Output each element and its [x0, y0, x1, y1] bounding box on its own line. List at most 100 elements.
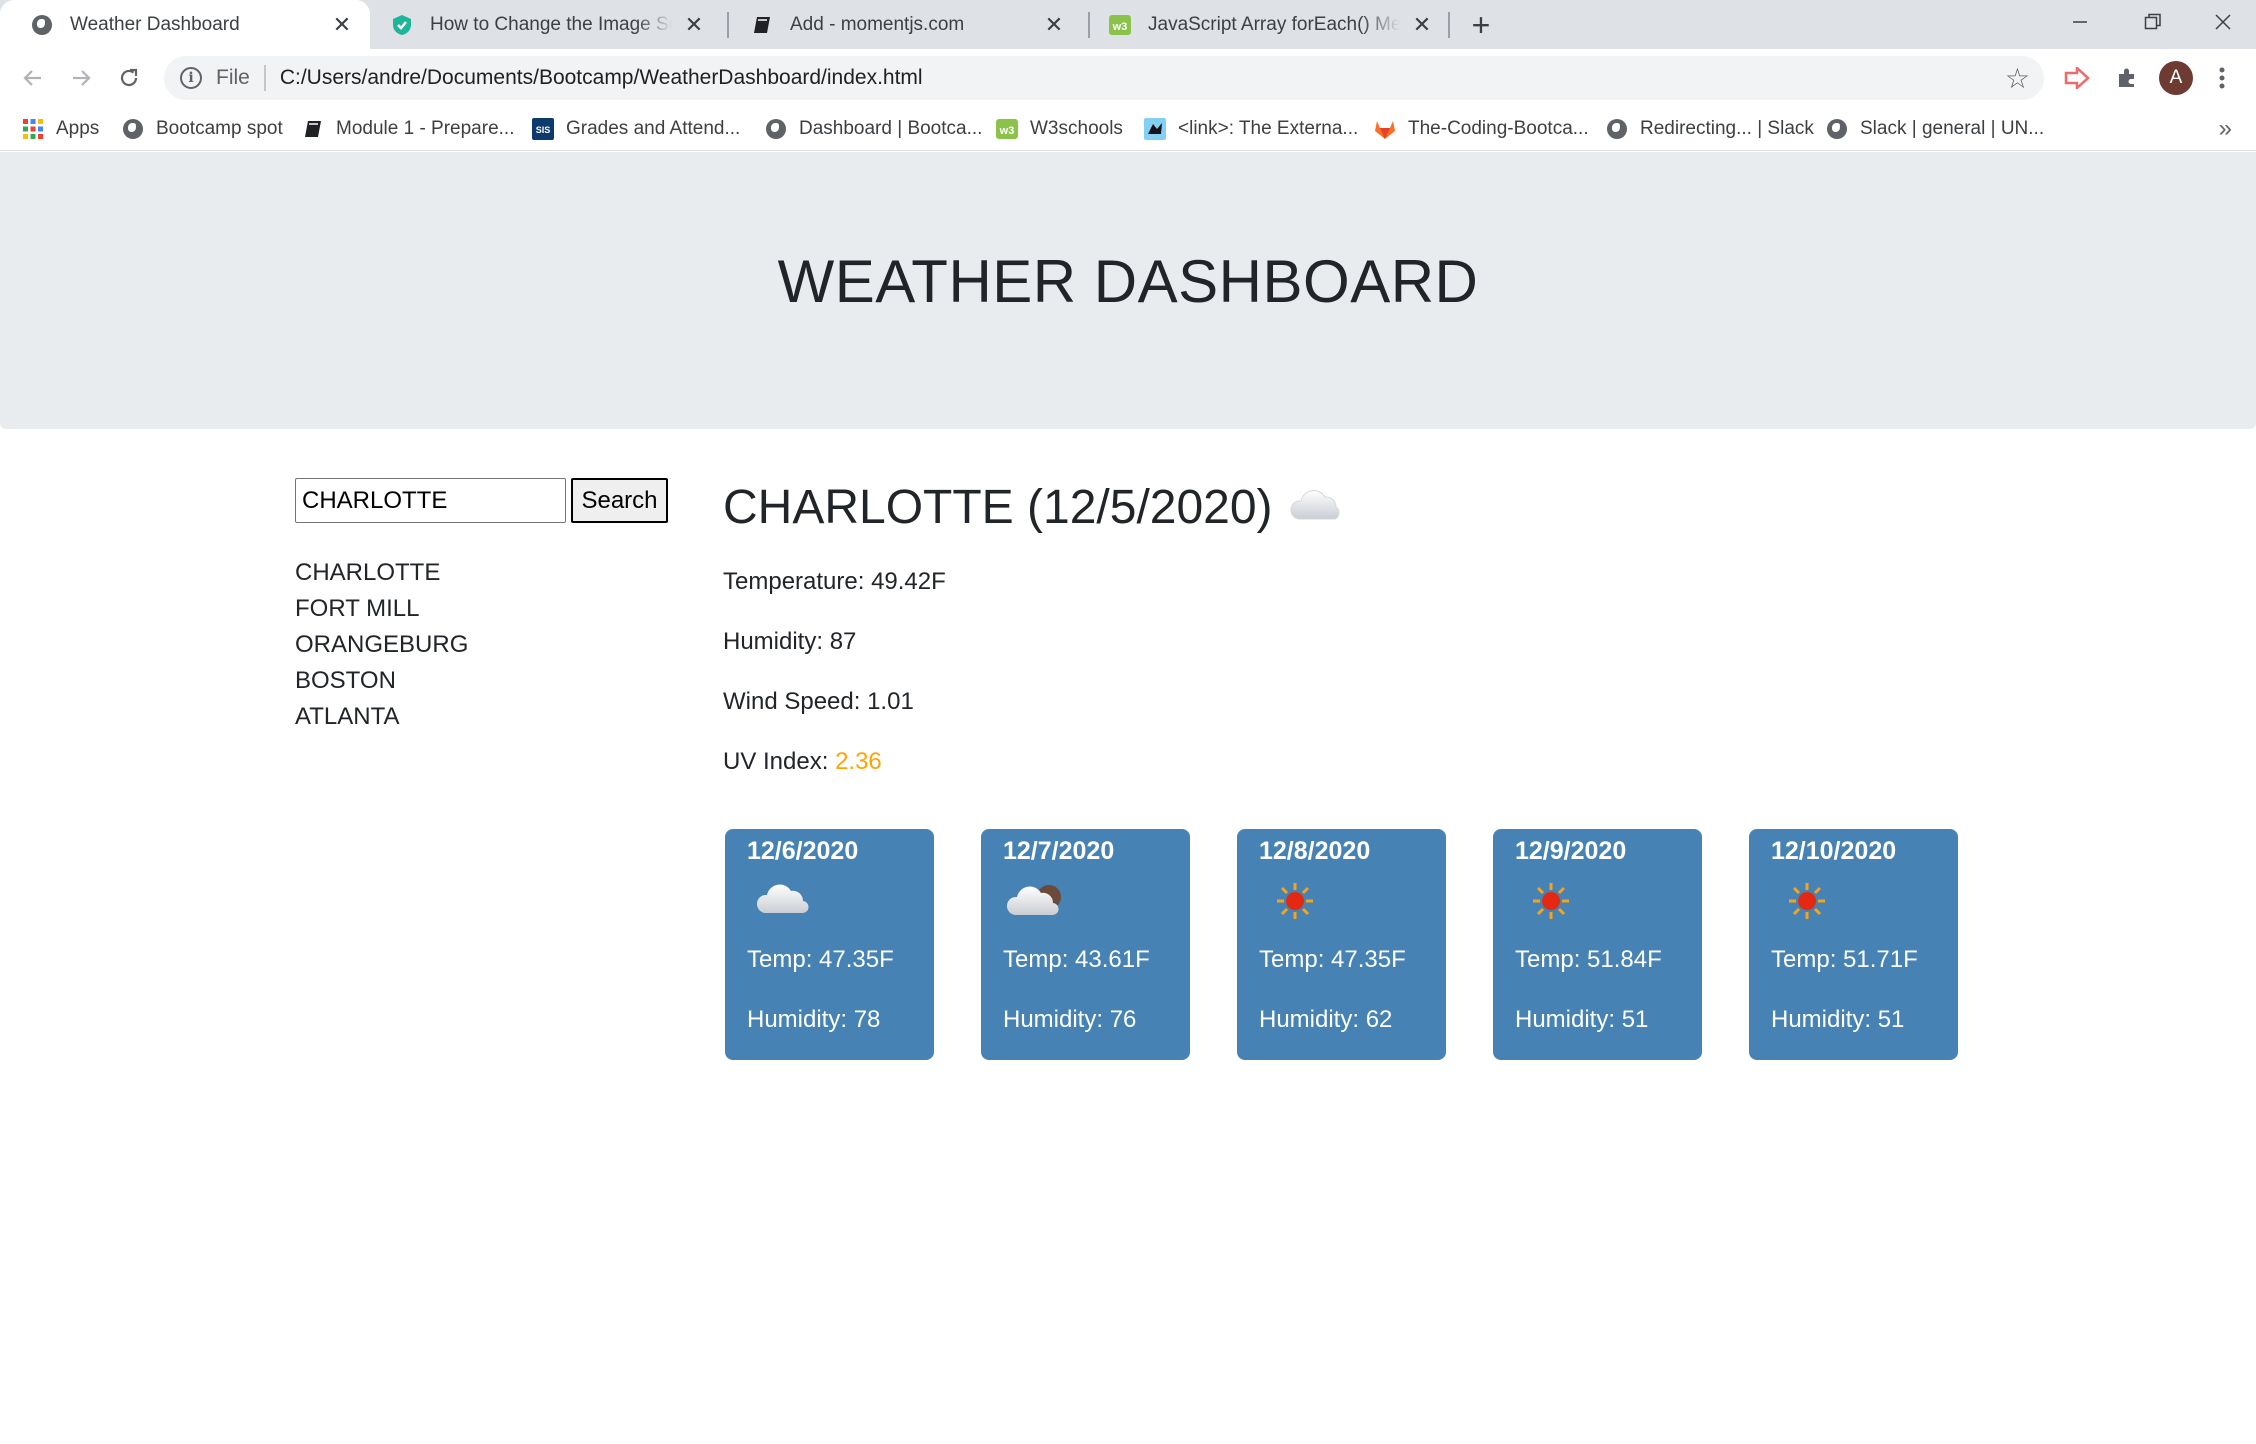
- bookmarks-bar: Apps Bootcamp spot Module 1 - Prepare...…: [0, 107, 2256, 151]
- page-title: WEATHER DASHBOARD: [777, 248, 1479, 315]
- shield-favicon-icon: [390, 13, 414, 37]
- uv-index-label: UV Index:: [723, 748, 836, 775]
- bookmark-label: W3schools: [1030, 118, 1123, 139]
- close-icon[interactable]: ✕: [328, 11, 356, 39]
- back-button[interactable]: [14, 59, 52, 97]
- globe-icon: [765, 118, 787, 140]
- tab-momentjs[interactable]: Add - momentjs.com ✕: [720, 0, 1082, 49]
- restore-button[interactable]: [2120, 0, 2186, 44]
- browser-toolbar: i File C:/Users/andre/Documents/Bootcamp…: [0, 49, 2256, 107]
- history-item-atlanta[interactable]: ATLANTA: [295, 699, 468, 735]
- forecast-humidity: Humidity: 78: [747, 1006, 881, 1033]
- bookmark-label: <link>: The Externa...: [1178, 118, 1359, 139]
- svg-text:SIS: SIS: [536, 125, 551, 135]
- bookmark-apps[interactable]: Apps: [22, 113, 99, 145]
- tab-foreach[interactable]: w3 JavaScript Array forEach() Method ✕: [1078, 0, 1450, 49]
- bookmark-star-icon[interactable]: ☆: [2005, 62, 2030, 95]
- forecast-card: 12/10/2020 Temp: 51.71F Humidity: 51: [1749, 829, 1958, 1060]
- history-item-boston[interactable]: BOSTON: [295, 663, 468, 699]
- sun-icon: [1787, 881, 1851, 927]
- forecast-temp: Temp: 47.35F: [1259, 946, 1406, 973]
- bookmark-module-1[interactable]: Module 1 - Prepare...: [302, 113, 514, 145]
- header-jumbotron: WEATHER DASHBOARD: [0, 152, 2256, 429]
- bookmark-label: Bootcamp spot: [156, 118, 283, 139]
- extensions-puzzle-icon[interactable]: [2110, 61, 2144, 95]
- bookmark-label: Redirecting... | Slack: [1640, 118, 1814, 139]
- sun-icon: [1275, 881, 1339, 927]
- close-icon[interactable]: ✕: [1040, 11, 1068, 39]
- history-item-orangeburg[interactable]: ORANGEBURG: [295, 627, 468, 663]
- history-item-charlotte[interactable]: CHARLOTTE: [295, 555, 468, 591]
- tab-title: Add - momentjs.com: [790, 13, 965, 35]
- cloud-partial-icon: [1006, 879, 1071, 925]
- forecast-date: 12/9/2020: [1515, 837, 1627, 865]
- bookmark-label: Apps: [56, 118, 100, 139]
- forward-button[interactable]: [62, 59, 100, 97]
- forecast-date: 12/6/2020: [747, 837, 859, 865]
- forecast-humidity: Humidity: 51: [1771, 1006, 1905, 1033]
- city-search-input[interactable]: [295, 478, 566, 523]
- svg-text:w3: w3: [1112, 21, 1128, 33]
- minimize-button[interactable]: [2047, 0, 2113, 44]
- bookmark-label: Slack | general | UN...: [1860, 118, 2045, 139]
- forecast-humidity: Humidity: 76: [1003, 1006, 1137, 1033]
- current-weather-title: CHARLOTTE (12/5/2020): [723, 480, 1345, 535]
- bookmark-label: Module 1 - Prepare...: [336, 118, 515, 139]
- globe-icon: [1826, 118, 1848, 140]
- gitlab-icon: [1374, 118, 1396, 140]
- forecast-temp: Temp: 47.35F: [747, 946, 894, 973]
- forecast-temp: Temp: 51.71F: [1771, 946, 1918, 973]
- wind-speed-text: Wind Speed: 1.01: [723, 688, 914, 715]
- forecast-humidity: Humidity: 51: [1515, 1006, 1649, 1033]
- bookmark-w3schools[interactable]: w3 W3schools: [996, 113, 1123, 145]
- cloud-icon: [1289, 480, 1345, 535]
- svg-text:w3: w3: [999, 125, 1015, 137]
- uv-index-value: 2.36: [835, 748, 882, 775]
- forecast-date: 12/7/2020: [1003, 837, 1115, 865]
- window-close-button[interactable]: [2190, 0, 2256, 44]
- profile-avatar[interactable]: A: [2159, 61, 2193, 95]
- forecast-date: 12/8/2020: [1259, 837, 1371, 865]
- forecast-card: 12/9/2020 Temp: 51.84F Humidity: 51: [1493, 829, 1702, 1060]
- bookmark-label: Dashboard | Bootca...: [799, 118, 983, 139]
- divider: [263, 65, 266, 91]
- search-button[interactable]: Search: [571, 478, 668, 523]
- info-icon[interactable]: i: [180, 67, 202, 89]
- bookmark-grades[interactable]: SIS Grades and Attend...: [532, 113, 740, 145]
- extension-arrow-icon[interactable]: [2060, 61, 2094, 95]
- sun-icon: [1531, 881, 1595, 927]
- bookmark-link-external[interactable]: <link>: The Externa...: [1144, 113, 1358, 145]
- bookmark-label: Grades and Attend...: [566, 118, 741, 139]
- tab-title: JavaScript Array forEach() Method: [1148, 13, 1400, 35]
- bookmark-bootcamp-spot[interactable]: Bootcamp spot: [122, 113, 283, 145]
- forecast-date: 12/10/2020: [1771, 837, 1897, 865]
- close-icon[interactable]: ✕: [1408, 11, 1436, 39]
- bookmark-slack-general[interactable]: Slack | general | UN...: [1826, 113, 2044, 145]
- bookmark-coding-bootcamp[interactable]: The-Coding-Bootca...: [1374, 113, 1589, 145]
- address-bar[interactable]: i File C:/Users/andre/Documents/Bootcamp…: [164, 56, 2044, 100]
- book-icon: [302, 118, 324, 140]
- scheme-label: File: [216, 66, 250, 89]
- url-text[interactable]: C:/Users/andre/Documents/Bootcamp/Weathe…: [280, 66, 923, 90]
- menu-kebab-icon[interactable]: [2205, 61, 2239, 95]
- globe-icon: [122, 118, 144, 140]
- forecast-temp: Temp: 51.84F: [1515, 946, 1662, 973]
- reload-button[interactable]: [110, 59, 148, 97]
- page-content: WEATHER DASHBOARD Search CHARLOTTE FORT …: [0, 152, 2256, 1444]
- forecast-temp: Temp: 43.61F: [1003, 946, 1150, 973]
- bookmark-redirecting-slack[interactable]: Redirecting... | Slack: [1606, 113, 1814, 145]
- bookmark-dashboard[interactable]: Dashboard | Bootca...: [765, 113, 982, 145]
- new-tab-button[interactable]: +: [1462, 6, 1500, 44]
- sis-icon: SIS: [532, 118, 554, 140]
- tab-strip: Weather Dashboard ✕ How to Change the Im…: [0, 0, 2256, 49]
- apps-grid-icon: [22, 118, 44, 140]
- w3schools-icon: w3: [1108, 13, 1132, 37]
- current-city-date: CHARLOTTE (12/5/2020): [723, 481, 1273, 534]
- tab-weather-dashboard[interactable]: Weather Dashboard ✕: [0, 0, 370, 49]
- bookmarks-overflow-button[interactable]: »: [2219, 115, 2232, 143]
- tab-image-source[interactable]: How to Change the Image Source ✕: [360, 0, 722, 49]
- history-item-fort-mill[interactable]: FORT MILL: [295, 591, 468, 627]
- forecast-card: 12/7/2020 Temp: 43.61F Humidity: 76: [981, 829, 1190, 1060]
- humidity-text: Humidity: 87: [723, 628, 857, 655]
- close-icon[interactable]: ✕: [680, 11, 708, 39]
